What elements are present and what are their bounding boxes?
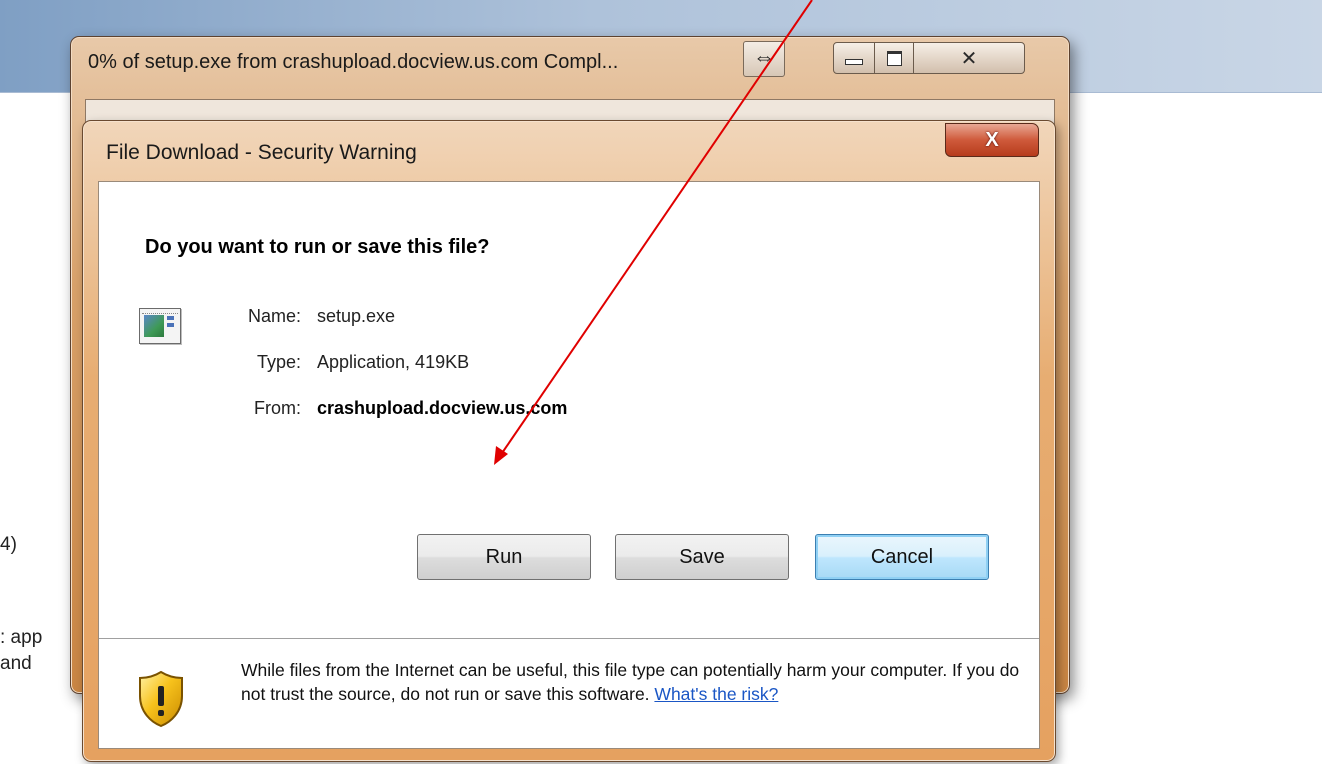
resize-icon[interactable]: ⇔ [743, 41, 785, 77]
save-button[interactable]: Save [615, 534, 789, 580]
run-button[interactable]: Run [417, 534, 591, 580]
file-source-value: crashupload.docview.us.com [317, 398, 568, 418]
minimize-button[interactable] [833, 42, 875, 74]
close-icon: ✕ [960, 47, 978, 70]
security-warning-dialog: File Download - Security Warning X Do yo… [82, 120, 1056, 762]
minimize-icon [845, 59, 863, 65]
file-name-value: setup.exe [317, 306, 396, 326]
warning-text: While files from the Internet can be use… [241, 660, 1020, 704]
close-button[interactable]: ✕ [913, 42, 1025, 74]
whats-the-risk-link[interactable]: What's the risk? [654, 684, 778, 704]
maximize-icon [886, 50, 902, 66]
background-text-fragment: : app [0, 627, 43, 648]
background-text-fragment: 4) [0, 534, 17, 555]
cancel-button[interactable]: Cancel [815, 534, 989, 580]
background-text-fragment: and [0, 653, 32, 674]
warning-message: While files from the Internet can be use… [241, 658, 1021, 706]
progress-window-title: 0% of setup.exe from crashupload.docview… [88, 51, 619, 73]
type-label: Type: [256, 352, 301, 372]
dialog-body: Do you want to run or save this file? Na… [98, 181, 1040, 749]
name-label: Name: [247, 306, 301, 326]
shield-warning-icon [139, 670, 183, 728]
maximize-button[interactable] [874, 42, 914, 74]
dialog-title: File Download - Security Warning [106, 141, 417, 164]
close-icon: X [985, 128, 999, 151]
file-type-value: Application, 419KB [317, 352, 470, 372]
from-label: From: [254, 398, 301, 418]
dialog-divider [99, 638, 1039, 639]
dialog-close-button[interactable]: X [945, 123, 1039, 157]
dialog-question: Do you want to run or save this file? [145, 236, 490, 258]
